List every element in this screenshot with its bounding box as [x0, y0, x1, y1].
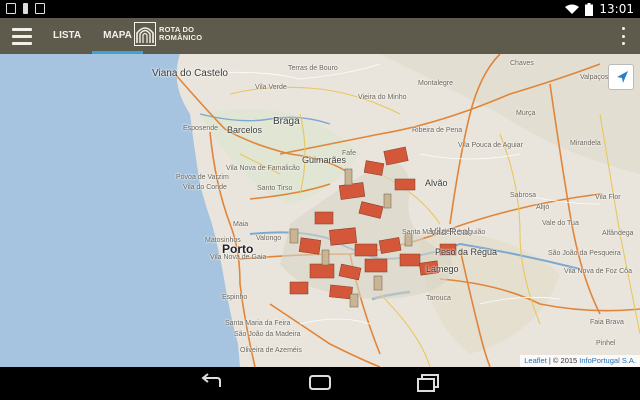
place-label: Vila Nova de Gaia: [210, 254, 267, 261]
recent-apps-icon[interactable]: [414, 373, 442, 393]
battery-icon: [585, 2, 594, 16]
action-bar: LISTA MAPA ROTA DO ROMÂNICO: [0, 18, 640, 54]
place-label: Pinhel: [596, 340, 616, 347]
wifi-icon: [565, 4, 580, 14]
notification-icon: [23, 3, 28, 14]
place-label: Braga: [273, 116, 300, 127]
place-label: Valongo: [256, 235, 282, 242]
place-label: Vila Verde: [255, 84, 287, 91]
leaflet-link[interactable]: Leaflet: [524, 356, 547, 365]
place-label: Lamego: [426, 264, 459, 274]
rota-romanico-logo-icon: [134, 22, 156, 46]
place-label: Maia: [233, 221, 249, 228]
hamburger-menu-icon[interactable]: [12, 25, 34, 47]
map-attribution: Leaflet | © 2015 InfoPortugal S.A.: [520, 355, 640, 367]
place-label: Póvoa de Varzim: [176, 174, 229, 181]
place-label: Ribeira de Pena: [412, 127, 463, 134]
locate-button[interactable]: [608, 64, 634, 90]
place-label: Vale do Tua: [542, 220, 579, 227]
place-label: Montalegre: [418, 80, 454, 87]
place-label: Esposende: [183, 125, 219, 132]
place-label: Vila do Conde: [183, 184, 227, 191]
location-arrow-icon: [617, 71, 628, 83]
place-label: Santo Tirso: [257, 185, 293, 192]
status-time: 13:01: [599, 2, 634, 16]
tab-lista[interactable]: LISTA: [42, 18, 92, 54]
place-label: Terras de Bouro: [288, 65, 338, 72]
place-label: São João da Pesqueira: [548, 250, 621, 257]
more-vert-icon[interactable]: [620, 27, 626, 45]
place-label: Alvão: [425, 178, 448, 188]
place-label: Santa Marta de Penaguião: [402, 229, 486, 236]
status-bar: 13:01: [0, 0, 640, 18]
place-label: Alijó: [536, 204, 550, 211]
place-label: Viana do Castelo: [152, 68, 228, 79]
place-label: Tarouca: [426, 295, 451, 302]
place-label: Santa Maria da Feira: [225, 320, 291, 327]
navigation-bar: [0, 367, 640, 400]
place-label: Vila Flor: [595, 194, 621, 201]
brand-line-2: ROMÂNICO: [159, 33, 203, 42]
place-label: Oliveira de Azeméis: [240, 347, 302, 354]
home-icon[interactable]: [306, 373, 334, 393]
place-label: Murça: [516, 110, 536, 117]
place-label: Vila Pouca de Aguiar: [458, 142, 523, 149]
brand-logo: ROTA DO ROMÂNICO: [134, 22, 203, 46]
place-label: Fafe: [342, 150, 357, 157]
tab-bar: LISTA MAPA: [42, 18, 143, 54]
place-label: Chaves: [510, 60, 534, 67]
place-label: Sabrosa: [510, 192, 537, 199]
place-label: Mirandela: [570, 140, 601, 147]
back-icon[interactable]: [198, 373, 226, 393]
place-label: Vila Nova de Famalicão: [226, 165, 300, 172]
place-label: Espinho: [222, 294, 248, 301]
sim-icon: [6, 3, 16, 14]
place-label: Alfândega: [602, 230, 634, 237]
place-label: Valpaços: [580, 74, 609, 81]
place-label: Faia Brava: [590, 319, 624, 326]
place-label: Peso da Régua: [435, 247, 498, 257]
provider-link[interactable]: InfoPortugal S.A.: [579, 356, 636, 365]
map-view[interactable]: Viana do Castelo Terras de Bouro Chaves …: [0, 54, 640, 367]
place-label: Guimarães: [302, 155, 347, 165]
place-label: São João da Madeira: [234, 331, 301, 338]
image-icon: [35, 3, 45, 14]
attribution-text: | © 2015: [546, 356, 580, 365]
place-label: Vila Nova de Foz Côa: [564, 268, 632, 275]
place-label: Vieira do Minho: [358, 94, 407, 101]
place-label: Barcelos: [227, 125, 263, 135]
